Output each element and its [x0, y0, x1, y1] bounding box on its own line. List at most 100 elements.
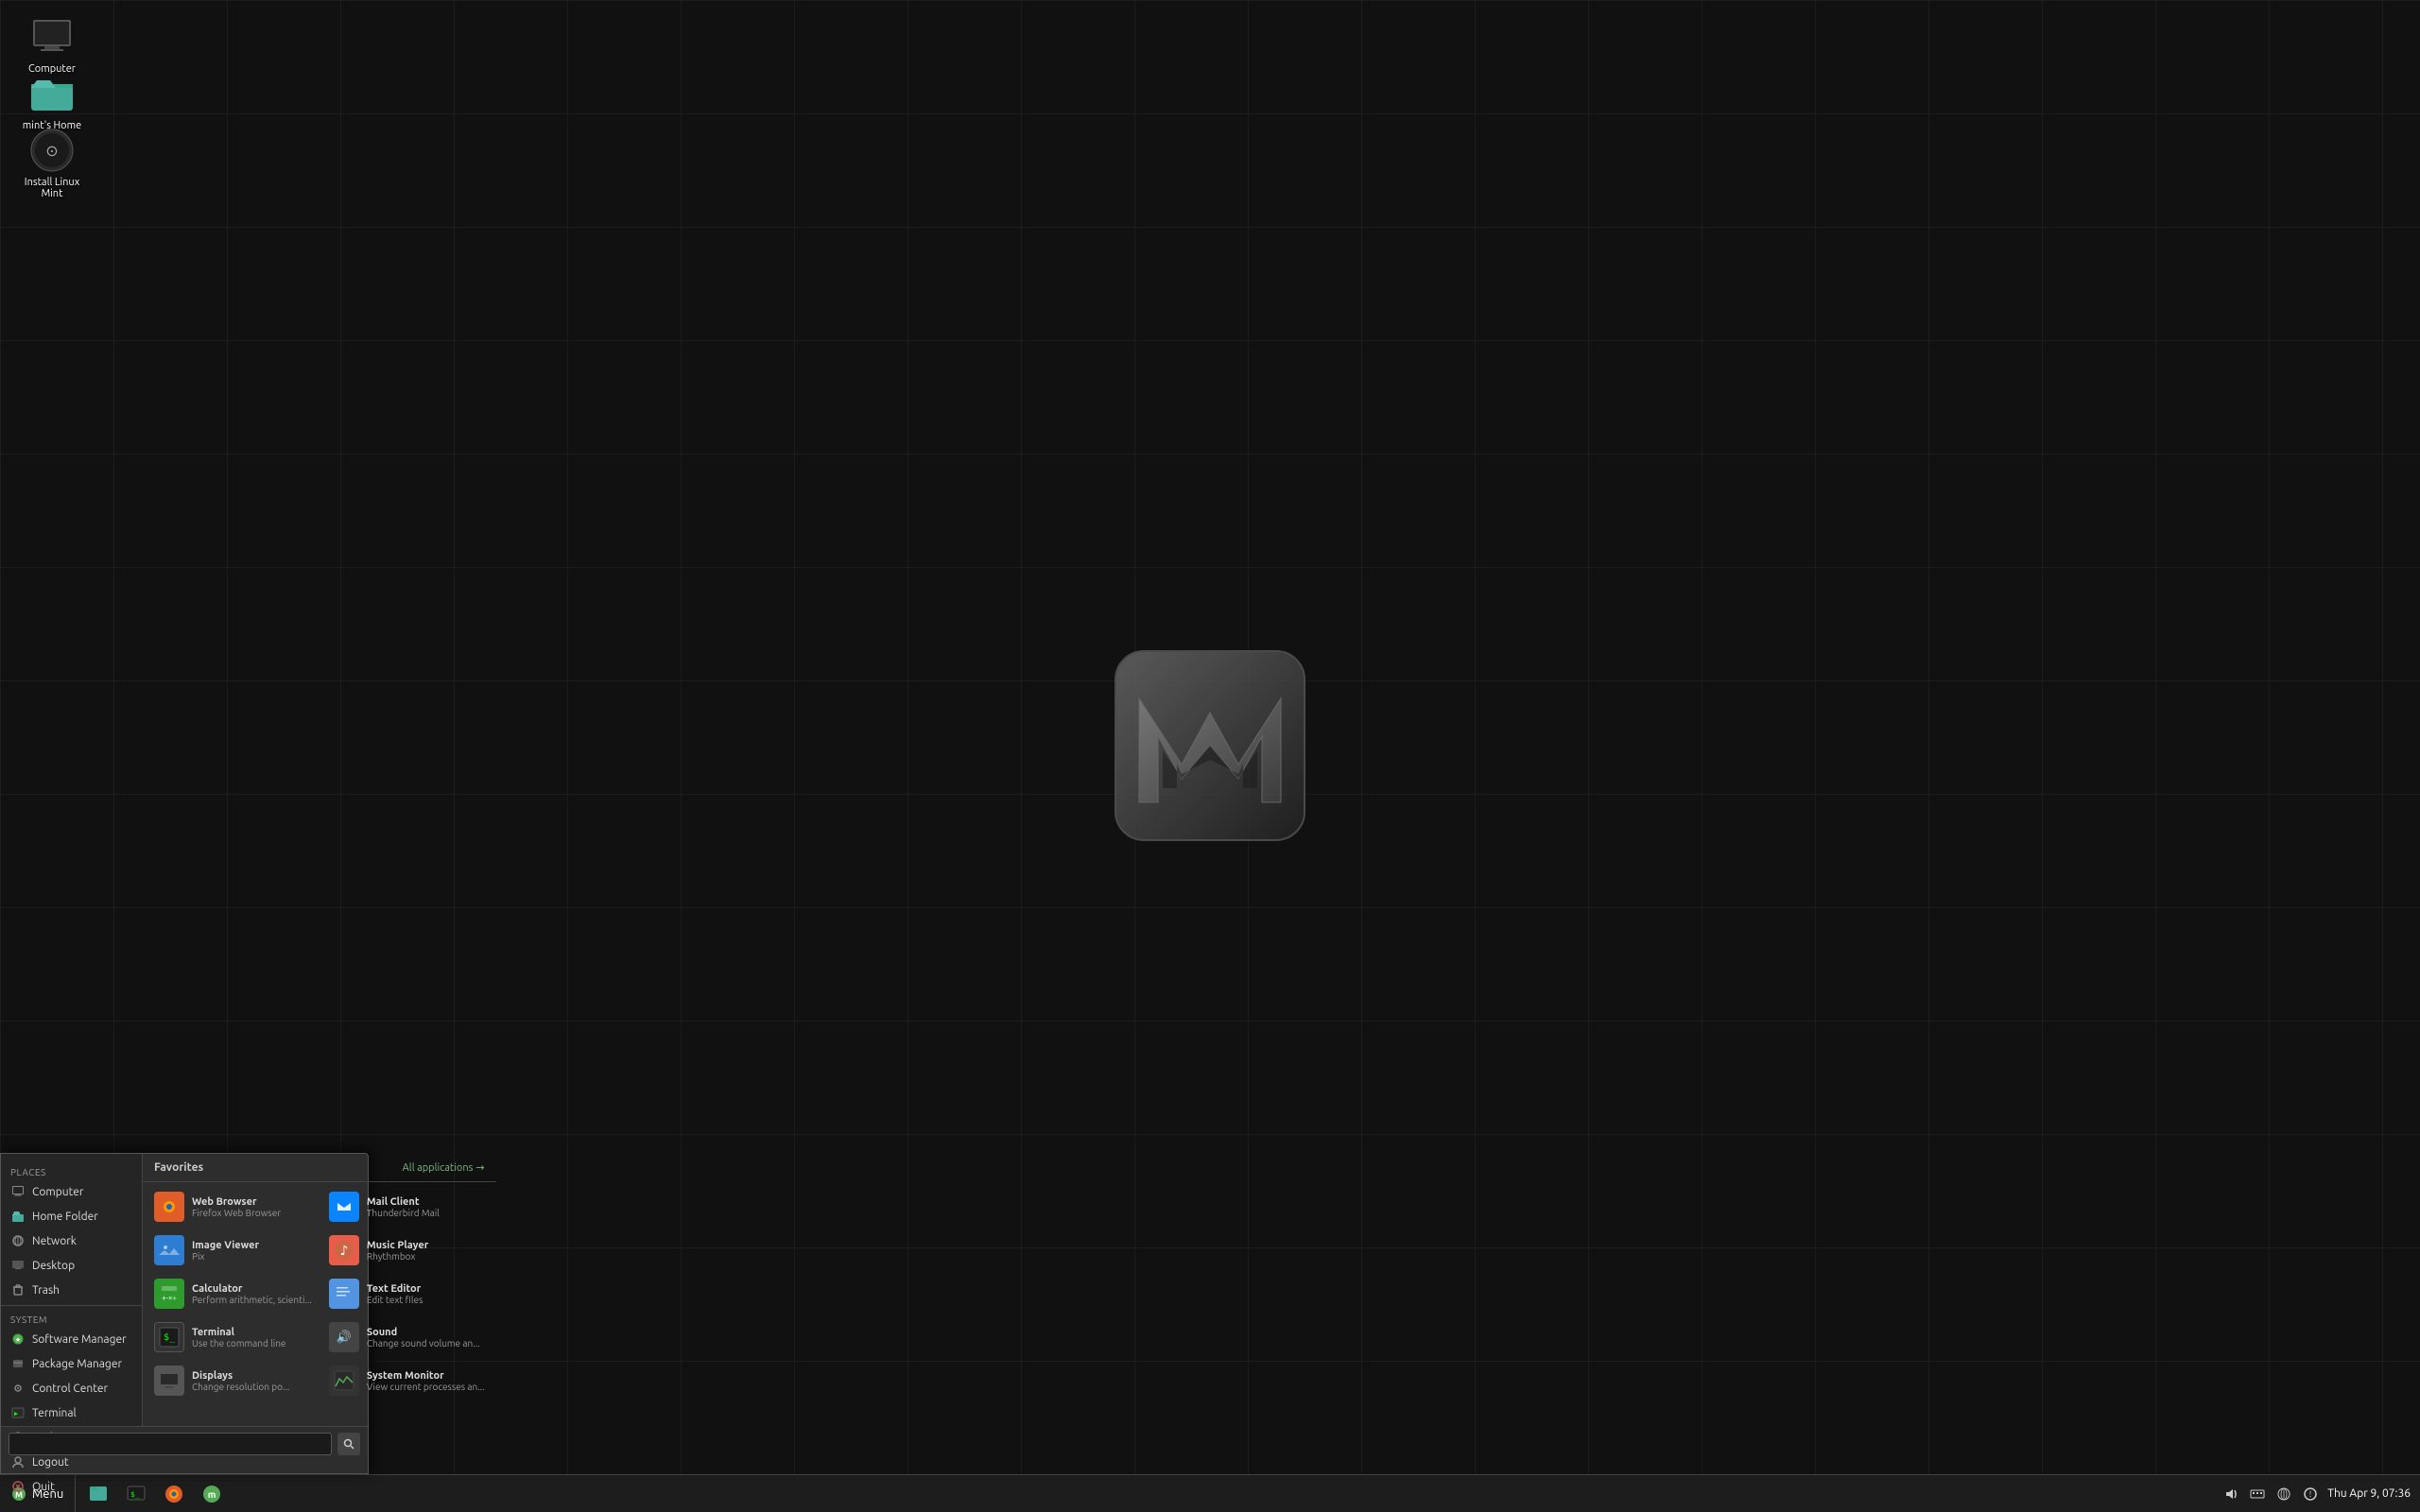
desktop-icon-install-label: Install Linux Mint: [14, 177, 90, 199]
updates-icon[interactable]: !: [2301, 1485, 2320, 1503]
music-player-name: Music Player: [367, 1240, 485, 1251]
mint-taskbar-icon: m: [201, 1484, 222, 1504]
sidebar-item-control-center[interactable]: Control Center: [1, 1376, 142, 1400]
sound-info: Sound Change sound volume an...: [367, 1327, 485, 1349]
mail-client-info: Mail Client Thunderbird Mail: [367, 1196, 485, 1218]
favorites-title: Favorites: [154, 1161, 203, 1174]
sound-desc: Change sound volume an...: [367, 1338, 485, 1349]
sidebar-item-desktop-label: Desktop: [32, 1260, 75, 1272]
svg-text:m: m: [208, 1489, 216, 1500]
favorites-header: Favorites All applications →: [143, 1154, 496, 1182]
app-terminal[interactable]: $_ Terminal Use the command line: [147, 1316, 320, 1358]
svg-text:♪: ♪: [339, 1243, 348, 1258]
arrow-icon: →: [475, 1161, 484, 1174]
network-status-icon[interactable]: [2274, 1485, 2293, 1503]
software-manager-icon: ★: [10, 1332, 26, 1347]
mail-client-icon: [329, 1192, 359, 1222]
all-applications-link[interactable]: All applications →: [403, 1161, 485, 1174]
image-viewer-info: Image Viewer Pix: [192, 1240, 312, 1262]
sidebar-item-computer-label: Computer: [32, 1186, 83, 1198]
taskbar-app-browser[interactable]: [157, 1477, 191, 1511]
sidebar-item-control-center-label: Control Center: [32, 1383, 108, 1395]
svg-text:$_: $_: [164, 1332, 176, 1343]
computer-icon: [10, 1184, 26, 1199]
system-section-title: System: [1, 1309, 142, 1327]
app-displays[interactable]: Displays Change resolution po...: [147, 1360, 320, 1401]
volume-icon[interactable]: [2221, 1485, 2240, 1503]
terminal-icon: ▶: [10, 1405, 26, 1420]
sidebar-item-computer[interactable]: Computer: [1, 1179, 142, 1204]
app-calculator[interactable]: +-×÷ Calculator Perform arithmetic, scie…: [147, 1273, 320, 1314]
computer-icon: [29, 14, 75, 60]
music-player-icon: ♪: [329, 1235, 359, 1265]
app-image-viewer[interactable]: Image Viewer Pix: [147, 1229, 320, 1271]
sidebar-item-desktop[interactable]: Desktop: [1, 1253, 142, 1278]
sidebar-item-software-manager[interactable]: ★ Software Manager: [1, 1327, 142, 1351]
apps-grid: Web Browser Firefox Web Browser Mail Cli…: [143, 1182, 496, 1405]
app-system-monitor[interactable]: System Monitor View current processes an…: [321, 1360, 493, 1401]
install-mint-icon: ⊙: [29, 128, 75, 173]
menu-sidebar: Places Computer Home Folder: [1, 1154, 143, 1426]
sidebar-item-home-label: Home Folder: [32, 1211, 98, 1223]
search-button[interactable]: [337, 1433, 360, 1455]
displays-icon: [154, 1366, 184, 1396]
menu-search-bar: [1, 1426, 368, 1461]
sidebar-item-software-manager-label: Software Manager: [32, 1333, 127, 1346]
desktop-icon-install-mint[interactable]: ⊙ Install Linux Mint: [9, 123, 95, 204]
system-monitor-icon: [329, 1366, 359, 1396]
displays-name: Displays: [192, 1370, 312, 1382]
music-player-info: Music Player Rhythmbox: [367, 1240, 485, 1262]
terminal-app-desc: Use the command line: [192, 1338, 312, 1349]
sidebar-item-terminal-label: Terminal: [32, 1407, 77, 1419]
web-browser-icon: [154, 1192, 184, 1222]
menu-main: Favorites All applications → Web Browser: [143, 1154, 496, 1426]
app-web-browser[interactable]: Web Browser Firefox Web Browser: [147, 1186, 320, 1228]
desktop: Computer mint's Home ⊙ Install Linux Min…: [0, 0, 2420, 1512]
sidebar-item-network[interactable]: Network: [1, 1228, 142, 1253]
system-clock: Thu Apr 9, 07:36: [2327, 1487, 2411, 1500]
svg-text:🔊: 🔊: [337, 1329, 352, 1345]
calculator-desc: Perform arithmetic, scienti...: [192, 1295, 312, 1305]
places-section-title: Places: [1, 1161, 142, 1179]
svg-text:★: ★: [15, 1336, 21, 1344]
sidebar-item-package-manager-label: Package Manager: [32, 1358, 122, 1370]
sidebar-item-package-manager[interactable]: Package Manager: [1, 1351, 142, 1376]
displays-desc: Change resolution po...: [192, 1382, 312, 1392]
search-input[interactable]: [9, 1433, 332, 1455]
start-menu: Places Computer Home Folder: [0, 1153, 369, 1474]
system-monitor-desc: View current processes an...: [367, 1382, 485, 1392]
app-text-editor[interactable]: Text Editor Edit text files: [321, 1273, 493, 1314]
displays-info: Displays Change resolution po...: [192, 1370, 312, 1392]
menu-divider-1: [1, 1305, 142, 1306]
web-browser-name: Web Browser: [192, 1196, 312, 1208]
sidebar-item-home[interactable]: Home Folder: [1, 1204, 142, 1228]
app-music-player[interactable]: ♪ Music Player Rhythmbox: [321, 1229, 493, 1271]
desktop-icon: [10, 1258, 26, 1273]
sound-name: Sound: [367, 1327, 485, 1338]
mail-client-name: Mail Client: [367, 1196, 485, 1208]
image-viewer-desc: Pix: [192, 1251, 312, 1262]
sidebar-item-quit[interactable]: Quit: [1, 1474, 142, 1499]
text-editor-info: Text Editor Edit text files: [367, 1283, 485, 1305]
svg-text:!: !: [2309, 1489, 2311, 1499]
sidebar-item-terminal[interactable]: ▶ Terminal: [1, 1400, 142, 1425]
quit-icon: [10, 1479, 26, 1494]
sidebar-item-trash[interactable]: Trash: [1, 1278, 142, 1302]
system-monitor-info: System Monitor View current processes an…: [367, 1370, 485, 1392]
calculator-name: Calculator: [192, 1283, 312, 1295]
browser-taskbar-icon: [164, 1484, 184, 1504]
text-editor-icon: [329, 1279, 359, 1309]
calculator-icon: +-×÷: [154, 1279, 184, 1309]
app-mail-client[interactable]: Mail Client Thunderbird Mail: [321, 1186, 493, 1228]
image-viewer-icon: [154, 1235, 184, 1265]
home-folder-icon: [10, 1209, 26, 1224]
terminal-app-icon: $_: [154, 1322, 184, 1352]
app-sound[interactable]: 🔊 Sound Change sound volume an...: [321, 1316, 493, 1358]
package-manager-icon: [10, 1356, 26, 1371]
keyboard-icon[interactable]: [2248, 1485, 2267, 1503]
taskbar: M Menu $_: [0, 1474, 2420, 1512]
network-icon: [10, 1233, 26, 1248]
sidebar-item-network-label: Network: [32, 1235, 77, 1247]
taskbar-app-mint[interactable]: m: [195, 1477, 229, 1511]
trash-icon: [10, 1282, 26, 1297]
